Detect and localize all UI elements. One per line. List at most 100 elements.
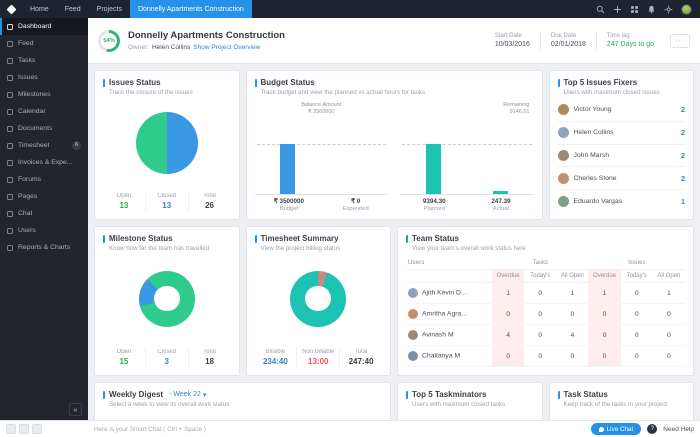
cell-issues-overdue[interactable]: 0: [588, 345, 621, 367]
sidebar-item-milestones[interactable]: Milestones: [0, 86, 88, 103]
table-row[interactable]: Amritha Agra... 0 0 0 0 0 0: [406, 303, 685, 325]
list-item[interactable]: John Marsh 2: [557, 145, 685, 168]
card-budget-status: Budget Status Track budget and view the …: [245, 70, 543, 220]
cell-tasks-today[interactable]: 0: [524, 282, 557, 304]
nav-home[interactable]: Home: [22, 0, 57, 18]
cell-tasks-open[interactable]: 4: [556, 324, 589, 346]
bell-icon[interactable]: [647, 5, 656, 14]
actual-bar[interactable]: [492, 191, 508, 194]
top-navbar: Home Feed Projects Donnelly Apartments C…: [0, 0, 700, 18]
cell-tasks-overdue[interactable]: 0: [492, 303, 525, 325]
app-logo[interactable]: [0, 0, 22, 18]
sidebar-item-dashboard[interactable]: Dashboard: [0, 18, 88, 35]
card-title: Issues Status: [109, 78, 161, 87]
budget-bar[interactable]: [280, 144, 296, 194]
cell-issues-open[interactable]: 0: [652, 324, 685, 346]
fixer-count[interactable]: 2: [681, 128, 685, 137]
cell-issues-today[interactable]: 0: [620, 324, 653, 346]
collapse-sidebar-icon[interactable]: «: [69, 403, 82, 416]
more-options-button[interactable]: ···: [670, 33, 690, 48]
feed-icon: [7, 40, 13, 47]
settings-gear-icon[interactable]: [664, 5, 673, 14]
cell-tasks-overdue[interactable]: 0: [492, 345, 525, 367]
cell-tasks-today[interactable]: 0: [524, 345, 557, 367]
legend-value[interactable]: 234:40: [255, 357, 297, 366]
cell-tasks-open[interactable]: 1: [556, 282, 589, 304]
cell-issues-overdue[interactable]: 0: [588, 324, 621, 346]
sidebar-item-feed[interactable]: Feed: [0, 35, 88, 52]
cell-issues-today[interactable]: 0: [620, 303, 653, 325]
sidebar-item-documents[interactable]: Documents: [0, 120, 88, 137]
nav-projects[interactable]: Projects: [89, 0, 130, 18]
cell-tasks-overdue[interactable]: 4: [492, 324, 525, 346]
legend-value[interactable]: 247:40: [340, 357, 382, 366]
card-subtitle: Track the closure of the issues: [109, 89, 193, 96]
smart-chat-hint[interactable]: Here is your Smart Chat ( Ctrl + Space ): [94, 426, 206, 433]
card-accent: [557, 78, 560, 87]
tab-active-project[interactable]: Donnelly Apartments Construction: [129, 0, 252, 18]
owner-name[interactable]: Helen Collins: [152, 44, 190, 51]
issues-legend: Open 13 Closed 13 Total 26: [103, 191, 231, 212]
sidebar-item-chat[interactable]: Chat: [0, 205, 88, 222]
legend-value[interactable]: 13:00: [297, 357, 339, 366]
add-icon[interactable]: [613, 5, 622, 14]
cell-issues-today[interactable]: 0: [620, 345, 653, 367]
cell-issues-open[interactable]: 1: [652, 282, 685, 304]
need-help-label[interactable]: Need Help: [663, 426, 694, 433]
fixer-count[interactable]: 1: [681, 197, 685, 206]
live-chat-button[interactable]: Live Chat: [590, 423, 642, 435]
table-row[interactable]: Avinash M 4 0 4 0 0 0: [406, 324, 685, 346]
legend-value[interactable]: 18: [189, 357, 231, 366]
cell-tasks-overdue[interactable]: 1: [492, 282, 525, 304]
show-project-overview-link[interactable]: Show Project Overview: [193, 44, 260, 51]
sidebar-item-calendar[interactable]: Calendar: [0, 103, 88, 120]
cell-tasks-open[interactable]: 0: [556, 345, 589, 367]
avatar: [408, 351, 418, 361]
sidebar-item-pages[interactable]: Pages: [0, 188, 88, 205]
legend-value[interactable]: 13: [146, 201, 188, 210]
list-item[interactable]: Cherles Stone 2: [557, 167, 685, 191]
legend-value[interactable]: 13: [103, 201, 145, 210]
legend-value[interactable]: 15: [103, 357, 145, 366]
legend-value[interactable]: 26: [189, 201, 231, 210]
time-lag-block: Time lag 247 Days to go: [607, 33, 654, 48]
table-row[interactable]: Chaitanya M 0 0 0 0 0 0: [406, 345, 685, 367]
apps-grid-icon[interactable]: [630, 5, 639, 14]
sidebar-item-invoices[interactable]: Invoices & Expe...: [0, 154, 88, 171]
cell-tasks-today[interactable]: 0: [524, 324, 557, 346]
sidebar-item-reports[interactable]: Reports & Charts: [0, 239, 88, 256]
sidebar-item-timesheet[interactable]: Timesheet 6: [0, 137, 88, 154]
sidebar-item-label: Feed: [18, 40, 34, 47]
sidebar-item-forums[interactable]: Forums: [0, 171, 88, 188]
planned-bar[interactable]: [425, 144, 441, 194]
cell-issues-today[interactable]: 0: [620, 282, 653, 304]
list-item[interactable]: Eduardo Vargas 1: [557, 190, 685, 212]
week-selector[interactable]: - Week 22 ▾: [169, 391, 206, 399]
cell-tasks-today[interactable]: 0: [524, 303, 557, 325]
list-item[interactable]: Helen Collins 2: [557, 122, 685, 145]
sidebar-item-label: Timesheet: [18, 142, 50, 149]
fixer-count[interactable]: 2: [681, 151, 685, 160]
cell-tasks-open[interactable]: 0: [556, 303, 589, 325]
need-help-icon[interactable]: ?: [647, 424, 658, 434]
legend-value[interactable]: 3: [146, 357, 188, 366]
user-avatar[interactable]: [681, 3, 692, 15]
cell-issues-open[interactable]: 0: [652, 345, 685, 367]
dock-app-icon-1[interactable]: [6, 424, 16, 434]
fixer-count[interactable]: 2: [681, 174, 685, 183]
card-subtitle: Select a week to view its overall work s…: [109, 401, 230, 408]
cell-issues-overdue[interactable]: 0: [588, 303, 621, 325]
dock-app-icon-2[interactable]: [19, 424, 29, 434]
list-item[interactable]: Victor Young 2: [557, 99, 685, 122]
cell-issues-overdue[interactable]: 1: [588, 282, 621, 304]
search-icon[interactable]: [596, 5, 605, 14]
fixer-count[interactable]: 2: [681, 105, 685, 114]
sidebar-item-label: Issues: [18, 74, 38, 81]
sidebar-item-tasks[interactable]: Tasks: [0, 52, 88, 69]
dock-app-icon-3[interactable]: [32, 424, 42, 434]
table-row[interactable]: Ajith Kevin D... 1 0 1 1 0 1: [406, 282, 685, 304]
nav-feed[interactable]: Feed: [57, 0, 89, 18]
sidebar-item-issues[interactable]: Issues: [0, 69, 88, 86]
sidebar-item-users[interactable]: Users: [0, 222, 88, 239]
cell-issues-open[interactable]: 0: [652, 303, 685, 325]
